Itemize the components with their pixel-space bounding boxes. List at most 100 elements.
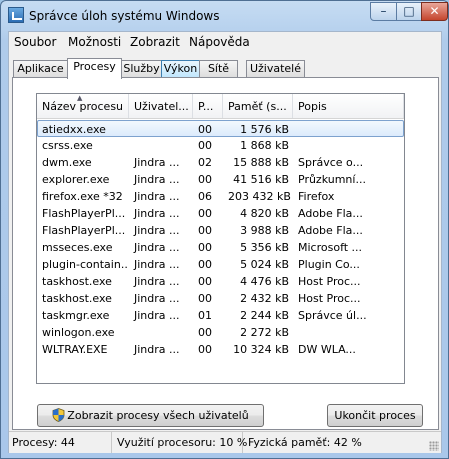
status-cpu: Využití procesoru: 10 % xyxy=(114,432,247,453)
status-memory: Fyzická paměť: 42 % xyxy=(248,436,362,449)
process-memory-cell: 3 988 kB xyxy=(240,224,289,237)
process-name-cell: atiedxx.exe xyxy=(42,123,106,136)
process-description-cell xyxy=(293,137,404,154)
process-description-cell: Firefox xyxy=(298,190,335,203)
process-name-cell: winlogon.exe xyxy=(42,326,115,339)
process-user-cell: Jindra ... xyxy=(134,292,180,305)
close-button[interactable]: ✕ xyxy=(421,2,448,21)
menu-soubor[interactable]: Soubor xyxy=(14,35,56,49)
process-memory-cell: 2 272 kB xyxy=(240,326,289,339)
process-memory-cell: 4 476 kB xyxy=(240,275,289,288)
status-bar: Procesy: 44 Využití procesoru: 10 % Fyzi… xyxy=(9,431,441,453)
process-row[interactable]: taskmgr.exe Jindra ... 01 2 244 kB Správce ú… xyxy=(37,307,404,324)
tab-vykon[interactable]: Výkon xyxy=(161,60,200,78)
process-user-cell: Jindra ... xyxy=(134,343,180,356)
process-cpu-cell: 06 xyxy=(198,190,212,203)
process-cpu-cell: 00 xyxy=(198,326,212,339)
column-header-description[interactable]: Popis xyxy=(293,94,404,118)
process-name-cell: msseces.exe xyxy=(42,241,113,254)
column-header-user[interactable]: Uživatel... xyxy=(129,94,193,118)
window-title: Správce úloh systému Windows xyxy=(29,9,220,23)
process-user-cell: Jindra ... xyxy=(134,173,180,186)
process-cpu-cell: 00 xyxy=(198,139,212,152)
process-row[interactable]: plugin-contain... Jindra ... 00 5 024 kB Plu… xyxy=(37,256,404,273)
process-cpu-cell: 00 xyxy=(198,207,212,220)
process-memory-cell: 2 244 kB xyxy=(240,309,289,322)
process-cpu-cell: 00 xyxy=(198,343,212,356)
tab-uzivatele[interactable]: Uživatelé xyxy=(246,60,305,78)
tab-procesy[interactable]: Procesy xyxy=(67,58,122,79)
show-all-processes-button[interactable]: Zobrazit procesy všech uživatelů xyxy=(37,404,264,427)
process-cpu-cell: 00 xyxy=(198,224,212,237)
process-user-cell: Jindra ... xyxy=(134,275,180,288)
process-name-cell: WLTRAY.EXE xyxy=(42,343,108,356)
process-row[interactable]: csrss.exe 00 1 868 kB xyxy=(37,137,404,154)
process-row[interactable]: msseces.exe Jindra ... 00 5 356 kB Microsoft… xyxy=(37,239,404,256)
process-description-cell: Správce o... xyxy=(298,156,364,169)
window-content: Soubor Možnosti Zobrazit Nápověda Aplika… xyxy=(8,31,442,453)
process-user-cell: Jindra ... xyxy=(134,241,180,254)
resize-grip[interactable] xyxy=(429,441,439,451)
maximize-button[interactable]: □ xyxy=(396,2,422,21)
process-user-cell xyxy=(129,137,193,154)
process-description-cell: Průzkumní... xyxy=(298,173,366,186)
process-description-cell xyxy=(293,324,404,341)
process-row[interactable]: firefox.exe *32 Jindra ... 06 203 432 kB Fir… xyxy=(37,188,404,205)
tab-aplikace[interactable]: Aplikace xyxy=(13,60,68,78)
process-cpu-cell: 00 xyxy=(198,173,212,186)
process-row[interactable]: explorer.exe Jindra ... 00 41 516 kB Průzkum… xyxy=(37,171,404,188)
column-header-cpu[interactable]: P... xyxy=(193,94,223,118)
process-user-cell: Jindra ... xyxy=(134,309,180,322)
column-header-memory[interactable]: Paměť (s... xyxy=(223,94,293,118)
minimize-button[interactable]: – xyxy=(370,2,397,21)
process-list[interactable]: ▲ Název procesu Uživatel... P... Paměť (… xyxy=(36,93,405,384)
process-row[interactable]: FlashPlayerPl... Jindra ... 00 3 988 kB Adob… xyxy=(37,222,404,239)
process-row[interactable]: taskhost.exe Jindra ... 00 2 432 kB Host Pro… xyxy=(37,290,404,307)
process-name-cell: explorer.exe xyxy=(42,173,110,186)
tab-sluzby[interactable]: Služby xyxy=(121,60,162,78)
process-description-cell: Plugin Co... xyxy=(298,258,360,271)
menu-moznosti[interactable]: Možnosti xyxy=(68,35,121,49)
process-name-cell: plugin-contain... xyxy=(42,258,129,271)
task-manager-window: Správce úloh systému Windows – □ ✕ Soubo… xyxy=(0,0,449,459)
process-description-cell: Adobe Fla... xyxy=(298,207,363,220)
process-memory-cell: 10 324 kB xyxy=(233,343,289,356)
processes-panel: ▲ Název procesu Uživatel... P... Paměť (… xyxy=(12,77,439,430)
task-manager-icon xyxy=(8,7,24,23)
process-cpu-cell: 00 xyxy=(198,241,212,254)
process-user-cell: Jindra ... xyxy=(134,190,180,203)
process-name-cell: taskmgr.exe xyxy=(42,309,110,322)
process-description-cell: Host Proc... xyxy=(298,292,361,305)
process-description-cell xyxy=(293,121,404,138)
process-cpu-cell: 00 xyxy=(198,123,212,136)
process-row[interactable]: winlogon.exe 00 2 272 kB xyxy=(37,324,404,341)
process-row[interactable]: atiedxx.exe 00 1 576 kB xyxy=(37,120,404,137)
process-user-cell xyxy=(129,121,193,138)
process-user-cell: Jindra ... xyxy=(134,207,180,220)
column-header-name[interactable]: Název procesu xyxy=(37,94,129,118)
process-user-cell xyxy=(129,324,193,341)
title-bar[interactable]: Správce úloh systému Windows – □ ✕ xyxy=(1,1,448,31)
process-description-cell: Adobe Fla... xyxy=(298,224,363,237)
end-process-button[interactable]: Ukončit proces xyxy=(327,404,423,427)
process-cpu-cell: 01 xyxy=(198,309,212,322)
process-name-cell: taskhost.exe xyxy=(42,292,112,305)
process-row[interactable]: taskhost.exe Jindra ... 00 4 476 kB Host Pro… xyxy=(37,273,404,290)
process-row[interactable]: dwm.exe Jindra ... 02 15 888 kB Správce o... xyxy=(37,154,404,171)
process-user-cell: Jindra ... xyxy=(134,156,180,169)
tab-site[interactable]: Sítě xyxy=(199,60,238,78)
status-processes: Procesy: 44 xyxy=(9,432,112,453)
process-name-cell: firefox.exe *32 xyxy=(42,190,123,203)
process-name-cell: csrss.exe xyxy=(42,139,93,152)
process-memory-cell: 1 868 kB xyxy=(240,139,289,152)
menu-napoveda[interactable]: Nápověda xyxy=(189,35,250,49)
process-row[interactable]: WLTRAY.EXE Jindra ... 00 10 324 kB DW WLA... xyxy=(37,341,404,358)
process-memory-cell: 15 888 kB xyxy=(233,156,289,169)
menu-zobrazit[interactable]: Zobrazit xyxy=(130,35,180,49)
process-row[interactable]: FlashPlayerPl... Jindra ... 00 4 820 kB Adob… xyxy=(37,205,404,222)
process-name-cell: FlashPlayerPl... xyxy=(42,224,126,237)
process-description-cell: Microsoft ... xyxy=(298,241,363,254)
process-cpu-cell: 00 xyxy=(198,275,212,288)
process-user-cell: Jindra ... xyxy=(134,224,180,237)
uac-shield-icon xyxy=(52,408,65,422)
